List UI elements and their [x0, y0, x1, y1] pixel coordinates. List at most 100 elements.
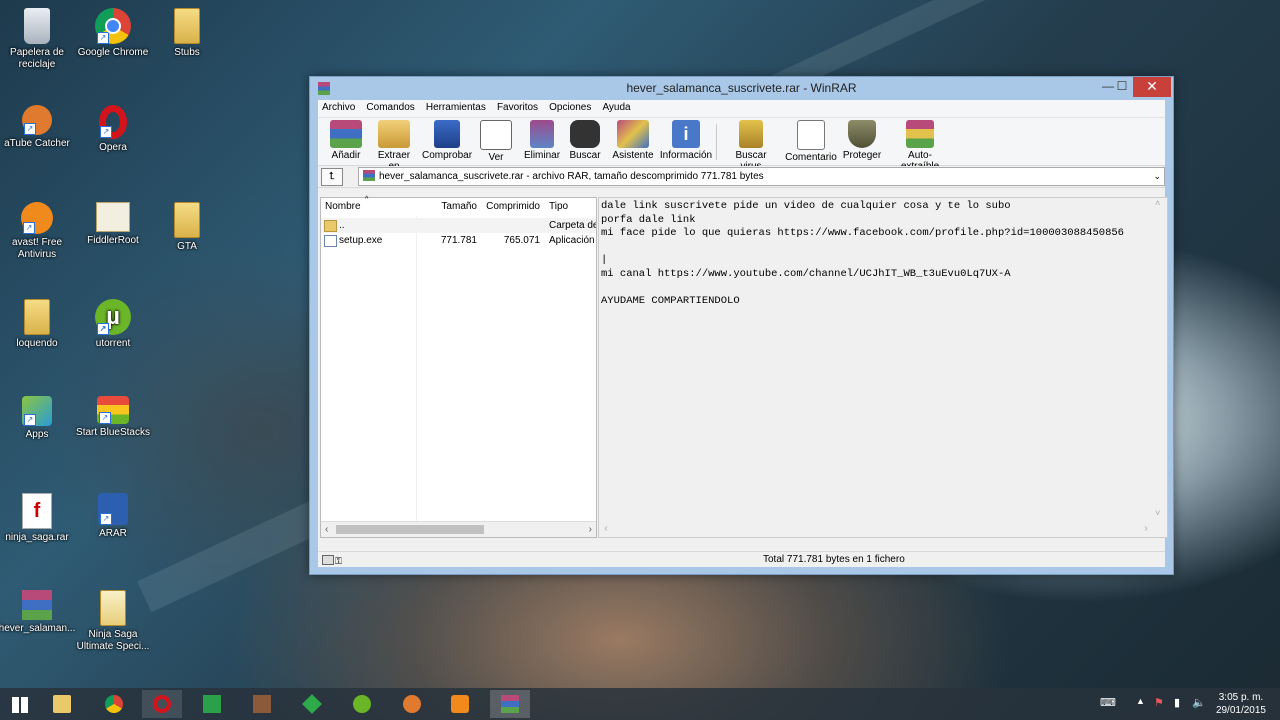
column-packed[interactable]: Comprimido — [481, 198, 540, 216]
menu-opciones[interactable]: Opciones — [545, 100, 595, 113]
windows-logo-icon — [12, 697, 28, 713]
tray-expand-icon[interactable]: ▲ — [1136, 696, 1145, 706]
desktop-icon-ninja-saga[interactable]: Ninja Saga Ultimate Speci... — [73, 590, 153, 653]
archive-path-combo[interactable]: hever_salamanca_suscrivete.rar - archivo… — [358, 167, 1165, 186]
flag-icon[interactable]: ⚑ — [1154, 696, 1164, 709]
comment-hscrollbar[interactable]: ‹ › — [599, 523, 1167, 537]
column-name[interactable]: Nombre — [325, 198, 415, 216]
wizard-button[interactable]: Asistente — [612, 120, 654, 161]
desktop-icon-hever-rar[interactable]: hever_salaman... — [0, 590, 77, 635]
desktop-icon-chrome[interactable]: ↗ Google Chrome — [73, 8, 153, 59]
winrar-archive-icon — [22, 590, 52, 620]
desktop-icon-label: FiddlerRoot — [87, 235, 139, 246]
close-button[interactable]: ✕ — [1133, 77, 1171, 97]
desktop-icon-arar[interactable]: ↗ ARAR — [73, 493, 153, 540]
desktop-icon-label: aTube Catcher — [4, 138, 70, 149]
desktop-icon-stubs[interactable]: Stubs — [147, 8, 227, 59]
menu-herramientas[interactable]: Herramientas — [422, 100, 490, 113]
file-list-hscrollbar[interactable]: ‹ › — [321, 521, 596, 537]
delete-button[interactable]: Eliminar — [523, 120, 561, 161]
taskbar-fiddler[interactable] — [292, 690, 332, 718]
taskbar-opera[interactable] — [142, 690, 182, 718]
wizard-icon — [617, 120, 649, 148]
desktop-icon-bluestacks[interactable]: ↗ Start BlueStacks — [73, 396, 153, 439]
desktop-icon-label: loquendo — [16, 338, 58, 349]
scrollbar-thumb[interactable] — [336, 525, 484, 534]
desktop-icon-gta[interactable]: GTA — [147, 202, 227, 253]
taskbar-store[interactable] — [192, 690, 232, 718]
maximize-button[interactable]: ☐ — [1108, 77, 1136, 97]
scroll-down-icon[interactable]: ˅ — [1155, 508, 1160, 522]
view-button[interactable]: Ver — [480, 120, 512, 163]
desktop-icon-fiddlerroot[interactable]: FiddlerRoot — [73, 202, 153, 247]
bluestacks-icon: ↗ — [97, 396, 129, 424]
keyboard-icon[interactable]: ⌨ — [1100, 696, 1116, 709]
extract-to-button[interactable]: Extraer en — [371, 120, 417, 172]
info-button[interactable]: i Información — [658, 120, 714, 161]
sfx-icon — [906, 120, 934, 148]
taskbar-chrome[interactable] — [94, 690, 134, 718]
taskbar-game[interactable] — [242, 690, 282, 718]
menu-comandos[interactable]: Comandos — [362, 100, 418, 113]
window-title: hever_salamanca_suscrivete.rar - WinRAR — [626, 81, 857, 95]
title-bar[interactable]: hever_salamanca_suscrivete.rar - WinRAR … — [310, 77, 1173, 100]
status-bar: ⚿ Total 771.781 bytes en 1 fichero — [318, 551, 1165, 567]
up-folder-button[interactable]: ⮤ — [321, 168, 343, 186]
desktop-icon-recycle-bin[interactable]: Papelera de reciclaje — [0, 8, 77, 71]
add-icon — [330, 120, 362, 148]
network-icon[interactable]: ▮ — [1174, 696, 1180, 709]
start-button[interactable] — [0, 690, 40, 718]
column-type[interactable]: Tipo — [549, 198, 596, 216]
taskbar-explorer[interactable] — [42, 690, 82, 718]
binoculars-icon — [570, 120, 600, 148]
comment-vscrollbar[interactable]: ˄ ˅ — [1152, 198, 1167, 522]
toolbar-label: Buscar — [569, 150, 601, 161]
desktop-icon-avast[interactable]: ↗ avast! Free Antivirus — [0, 202, 77, 261]
play-icon — [451, 695, 469, 713]
file-row[interactable]: setup.exe 771.781 765.071 Aplicación — [321, 233, 596, 248]
file-type: Aplicación — [549, 235, 595, 246]
taskbar-utorrent[interactable] — [342, 690, 382, 718]
test-button[interactable]: Comprobar — [422, 120, 472, 161]
scroll-up-icon[interactable]: ˄ — [1155, 198, 1160, 212]
desktop-icon-atube[interactable]: ↗ aTube Catcher — [0, 105, 77, 150]
volume-icon[interactable]: 🔈 — [1192, 696, 1206, 709]
flash-file-icon — [100, 590, 126, 626]
clock-date: 29/01/2015 — [1215, 705, 1266, 716]
desktop-icon-opera[interactable]: ↗ Opera — [73, 105, 153, 154]
desktop-icon-utorrent[interactable]: µ ↗ utorrent — [73, 299, 153, 350]
desktop-icon-label: Start BlueStacks — [76, 427, 150, 438]
scroll-right-icon[interactable]: › — [1143, 523, 1149, 537]
archive-comment[interactable]: dale link suscrivete pide un video de cu… — [598, 197, 1168, 538]
diamond-icon — [302, 694, 322, 714]
scroll-right-icon[interactable]: › — [589, 522, 592, 537]
chrome-icon — [105, 695, 123, 713]
comment-line: mi canal https://www.youtube.com/channel… — [601, 268, 1011, 280]
virus-scan-button[interactable]: Buscar virus — [724, 120, 778, 172]
scroll-left-icon[interactable]: ‹ — [325, 522, 328, 537]
desktop-icon-ninja-saga-rar[interactable]: f ninja_saga.rar — [0, 493, 77, 544]
menu-favoritos[interactable]: Favoritos — [493, 100, 542, 113]
add-button[interactable]: Añadir — [326, 120, 366, 161]
sfx-button[interactable]: Auto-extraíble — [889, 120, 951, 172]
clock[interactable]: 3:05 p. m. 29/01/2015 — [1216, 691, 1266, 717]
protect-button[interactable]: Proteger — [842, 120, 882, 161]
desktop-icon-loquendo[interactable]: loquendo — [0, 299, 77, 350]
file-size: 771.781 — [440, 235, 477, 246]
column-divider — [416, 216, 417, 522]
taskbar-winrar[interactable] — [490, 690, 530, 718]
scroll-left-icon[interactable]: ‹ — [603, 523, 609, 537]
desktop-icon-label: Papelera de reciclaje — [10, 47, 64, 70]
desktop-icon-apps[interactable]: ↗ Apps — [0, 396, 77, 441]
menu-archivo[interactable]: Archivo — [318, 100, 359, 113]
atube-icon — [403, 695, 421, 713]
taskbar-media-player[interactable] — [440, 690, 480, 718]
file-row[interactable]: .. Carpeta de — [321, 218, 596, 233]
column-size[interactable]: Tamaño — [441, 198, 477, 216]
taskbar-atube[interactable] — [392, 690, 432, 718]
chevron-down-icon[interactable]: ⌄ — [1153, 168, 1161, 185]
menu-ayuda[interactable]: Ayuda — [598, 100, 634, 113]
folder-icon — [324, 220, 337, 232]
find-button[interactable]: Buscar — [568, 120, 602, 161]
comment-button[interactable]: Comentario — [784, 120, 838, 163]
